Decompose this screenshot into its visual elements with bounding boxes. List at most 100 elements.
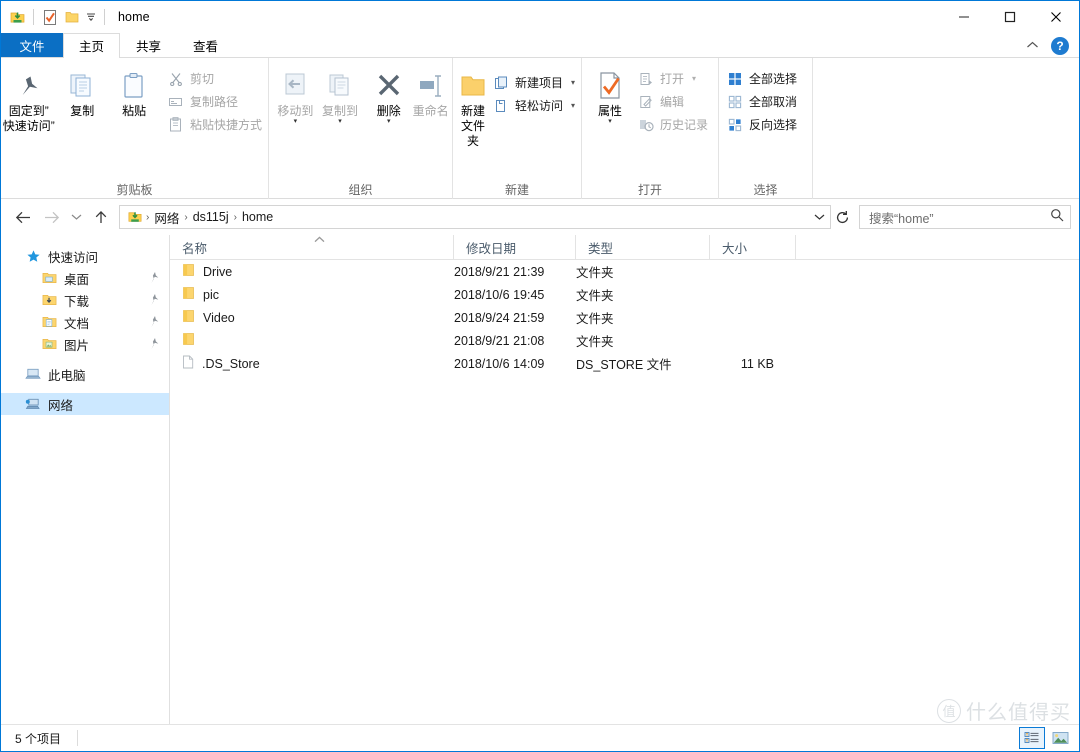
file-type-cell: 文件夹 [576, 289, 614, 303]
move-to-caret-icon[interactable]: ▾ [294, 118, 298, 125]
sidebar-item-downloads[interactable]: 下载 [1, 289, 169, 311]
breadcrumb-home[interactable]: home [238, 210, 277, 224]
close-button[interactable] [1033, 1, 1079, 33]
sidebar-item-this-pc[interactable]: 此电脑 [1, 363, 169, 385]
history-button[interactable]: 历史记录 [636, 113, 714, 136]
up-button[interactable] [87, 203, 115, 231]
column-header-size[interactable]: 大小 [710, 235, 796, 259]
sidebar-item-desktop[interactable]: 桌面 [1, 267, 169, 289]
minimize-button[interactable] [941, 1, 987, 33]
large-icons-view-button[interactable] [1047, 727, 1073, 749]
edit-button[interactable]: 编辑 [636, 90, 714, 113]
this-pc-icon [23, 367, 43, 381]
breadcrumb-bar[interactable]: › 网络 › ds115j › home [119, 205, 831, 229]
column-headers: 名称 修改日期 类型 大小 [170, 235, 1079, 260]
maximize-button[interactable] [987, 1, 1033, 33]
search-input[interactable]: 搜索“home” [859, 205, 1071, 229]
paste-shortcut-button[interactable]: 粘贴快捷方式 [166, 113, 268, 136]
select-none-button[interactable]: 全部取消 [725, 90, 803, 113]
column-header-name[interactable]: 名称 [170, 235, 454, 259]
paste-button[interactable]: 粘贴 [108, 65, 160, 119]
tab-share[interactable]: 共享 [120, 33, 177, 57]
sidebar-item-quick-access[interactable]: 快速访问 [1, 245, 169, 267]
magnifier-icon[interactable] [1050, 208, 1064, 227]
copy-to-caret-icon[interactable]: ▾ [338, 118, 342, 125]
file-name-cell: Drive [170, 263, 454, 280]
copy-button[interactable]: 复制 [56, 65, 108, 119]
copy-to-button-label: 复制到 [321, 104, 358, 118]
status-separator [77, 730, 79, 746]
file-date-cell: 2018/9/21 21:08 [454, 333, 545, 348]
delete-button[interactable]: 删除 ▾ [368, 65, 409, 125]
table-row[interactable]: Drive 2018/9/21 21:39 文件夹 [170, 260, 1079, 283]
rename-button[interactable]: 重命名 [409, 65, 452, 119]
forward-button[interactable] [37, 203, 65, 231]
edit-icon [638, 94, 654, 110]
file-list-pane: 名称 修改日期 类型 大小 Drive 2018/9/21 21:39 文件夹 … [170, 235, 1079, 724]
details-view-button[interactable] [1019, 727, 1045, 749]
invert-selection-button[interactable]: 反向选择 [725, 113, 803, 136]
column-header-type[interactable]: 类型 [576, 235, 710, 259]
properties-icon[interactable] [39, 6, 61, 28]
table-row[interactable]: 2018/9/21 21:08 文件夹 [170, 329, 1079, 352]
breadcrumb-dropdown-icon[interactable] [810, 213, 828, 221]
sidebar-item-network[interactable]: 网络 [1, 393, 169, 415]
cut-button[interactable]: 剪切 [166, 67, 268, 90]
qat-customize-chevron-icon[interactable] [83, 6, 99, 28]
network-folder-icon[interactable] [6, 6, 28, 28]
copy-path-button[interactable]: 复制路径 [166, 90, 268, 113]
new-folder-button[interactable]: 新建 文件夹 [457, 65, 489, 149]
easy-access-button[interactable]: 轻松访问 ▾ [491, 94, 581, 117]
copy-path-button-label: 复制路径 [189, 95, 238, 109]
sidebar-item-pictures[interactable]: 图片 [1, 333, 169, 355]
new-item-button[interactable]: 新建项目 ▾ [491, 71, 581, 94]
pin-icon[interactable] [148, 337, 160, 351]
tab-file[interactable]: 文件 [1, 33, 63, 57]
properties-button[interactable]: 属性 ▾ [586, 65, 634, 125]
open-button[interactable]: 打开 ▾ [636, 67, 714, 90]
properties-caret-icon[interactable]: ▾ [608, 118, 612, 125]
pin-icon[interactable] [148, 315, 160, 329]
new-small-buttons: 新建项目 ▾ 轻松访问 ▾ [491, 65, 581, 117]
new-item-icon [493, 75, 509, 91]
recent-locations-button[interactable] [65, 203, 87, 231]
easy-access-icon [493, 98, 509, 114]
file-name-cell: pic [170, 286, 454, 303]
back-button[interactable] [9, 203, 37, 231]
pin-icon[interactable] [148, 293, 160, 307]
table-row[interactable]: .DS_Store 2018/10/6 14:09 DS_STORE 文件 11… [170, 352, 1079, 375]
select-all-button[interactable]: 全部选择 [725, 67, 803, 90]
new-folder-icon[interactable] [61, 6, 83, 28]
new-item-caret-icon[interactable]: ▾ [571, 78, 575, 87]
breadcrumb-ds115j[interactable]: ds115j [189, 210, 233, 224]
refresh-button[interactable] [831, 205, 853, 229]
open-caret-icon[interactable]: ▾ [692, 74, 696, 83]
tab-view[interactable]: 查看 [177, 33, 234, 57]
help-button[interactable]: ? [1051, 36, 1069, 55]
file-date-cell: 2018/9/21 21:39 [454, 264, 545, 279]
ribbon-tab-strip: 文件 主页 共享 查看 ? [1, 33, 1079, 58]
main-area: 快速访问 桌面 下载 文档 图片 此电脑 网络 名称 修改日期 类型 大小 Dr… [1, 235, 1079, 724]
breadcrumb-network[interactable]: 网络 [150, 208, 183, 227]
table-row[interactable]: Video 2018/9/24 21:59 文件夹 [170, 306, 1079, 329]
sidebar-item-documents[interactable]: 文档 [1, 311, 169, 333]
easy-access-caret-icon[interactable]: ▾ [571, 101, 575, 110]
tab-home[interactable]: 主页 [63, 33, 121, 58]
folder-icon [182, 309, 195, 326]
pin-to-quick-access-button[interactable]: 固定到” 快速访问” [1, 65, 56, 134]
copy-to-button[interactable]: 复制到 ▾ [318, 65, 363, 125]
file-type-cell: 文件夹 [576, 312, 614, 326]
sidebar-label-network: 网络 [48, 398, 74, 413]
move-to-button[interactable]: 移动到 ▾ [273, 65, 318, 125]
ribbon-group-organize: 移动到 ▾ 复制到 ▾ 删除 ▾ 重命名 组织 [269, 58, 453, 199]
file-explorer-window: home 文件 主页 共享 查看 ? 固定到” 快速访问” 复制 粘贴 剪切 复… [0, 0, 1080, 752]
pin-icon[interactable] [148, 271, 160, 285]
column-header-date[interactable]: 修改日期 [454, 235, 576, 259]
delete-caret-icon[interactable]: ▾ [387, 118, 391, 125]
file-date-cell: 2018/10/6 14:09 [454, 356, 545, 371]
ribbon-group-label-select: 选择 [753, 182, 778, 197]
collapse-ribbon-icon[interactable] [1022, 40, 1043, 52]
file-name-label: .DS_Store [202, 356, 260, 371]
table-row[interactable]: pic 2018/10/6 19:45 文件夹 [170, 283, 1079, 306]
ribbon: 固定到” 快速访问” 复制 粘贴 剪切 复制路径 粘贴快捷方式 剪贴板 移动到 … [1, 58, 1079, 199]
